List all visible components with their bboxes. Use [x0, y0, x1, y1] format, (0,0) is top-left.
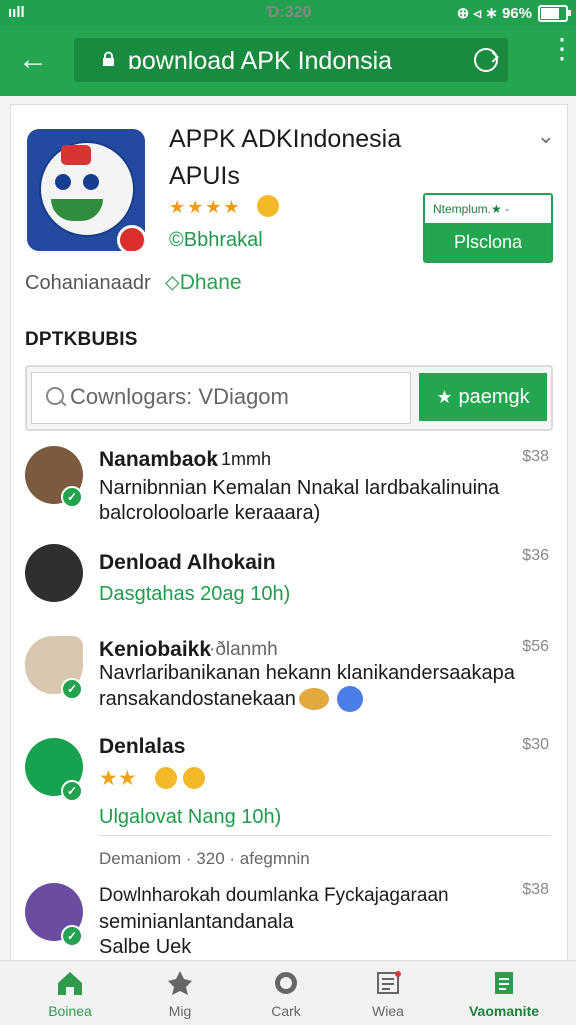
address-bar[interactable]: ɒownload APK Indonsia [74, 38, 508, 82]
lock-icon [103, 51, 114, 66]
status-bar: ııll Ɗ:320 ⊕ ◃ ∗ 96% [0, 0, 576, 26]
emoji-icon [337, 686, 363, 712]
back-arrow-icon[interactable]: ← [18, 44, 50, 76]
divider [99, 835, 551, 836]
item-title: Denload Alhokain [99, 551, 276, 574]
avatar [25, 544, 83, 602]
item-text-line1: Navrlaribanikanan hekann klanikandersaak… [99, 662, 515, 684]
search-placeholder: Cownlogars: VDiagom [70, 384, 289, 409]
verified-badge-icon: ✓ [61, 678, 83, 700]
chevron-down-icon[interactable]: ⌄ [537, 123, 555, 149]
install-box: Ntemplum.★ - Plsclona [423, 193, 553, 263]
app-title-line2: APUIs [169, 162, 240, 190]
app-badge-icon [117, 225, 145, 251]
verified-badge-icon: ✓ [61, 486, 83, 508]
emoji-icon [299, 688, 329, 710]
item-title: Nanambaok [99, 448, 219, 471]
nav-wiea[interactable]: Wiea [338, 969, 438, 1019]
bottom-navigation: Boinea Mig Cark Wiea Vaomanite [0, 960, 576, 1025]
pin-icon [168, 971, 192, 995]
nav-cark[interactable]: Cark [236, 969, 336, 1019]
install-box-label: Ntemplum.★ - [433, 202, 510, 216]
developer-link[interactable]: ©Bbhrakal [169, 229, 263, 252]
list-item[interactable]: ✓ Denlalas $30 ★★ Ulgalovat Nang 10h) [11, 732, 567, 830]
emoji-icon [155, 767, 177, 789]
item-time: $30 [522, 736, 549, 753]
item-meta: ·ðlanmh [209, 639, 278, 660]
more-menu-icon[interactable]: ⋮ [548, 35, 576, 76]
nav-label-vaomanite: Vaomanite [468, 1003, 540, 1019]
nav-mig[interactable]: Mig [130, 969, 230, 1019]
search-input[interactable]: Cownlogars: VDiagom [31, 372, 411, 424]
section-title: DPTKBUBIS [25, 329, 138, 350]
list-item[interactable]: ✓ Keniobaikk ·ðlanmh $56 Navrlaribanikan… [11, 630, 567, 730]
star-icon: ★ [436, 387, 453, 407]
battery-icon [538, 4, 571, 22]
install-button[interactable]: Plsclona [425, 223, 551, 261]
item-title: Denlalas [99, 735, 186, 758]
status-right: ⊕ ◃ ∗ 96% [456, 4, 571, 22]
status-icons: ⊕ ◃ ∗ 96% [456, 5, 532, 22]
search-icon [46, 387, 64, 405]
item-title: Keniobaikk [99, 638, 212, 661]
item-time: $36 [522, 547, 549, 564]
list-item[interactable]: ✓ Dowlnharokah doumlanka Fyckajagaraan $… [11, 875, 567, 963]
emoji-icon [183, 767, 205, 789]
page-url: ɒownload APK Indonsia [128, 47, 393, 75]
signal-indicator: ııll [8, 4, 25, 21]
list-item[interactable]: Denload Alhokain $36 Dasgtahas 20ag 10h) [11, 541, 567, 627]
app-icon-cap [61, 145, 91, 165]
reload-icon[interactable] [474, 48, 498, 72]
item-text-line2: Ulgalovat Nang 10h) [99, 806, 282, 828]
rating-stars: ★★★★ [169, 197, 242, 217]
share-link[interactable]: ⬦Dhane [165, 271, 242, 295]
nav-home[interactable]: Boinea [20, 969, 120, 1019]
item-text-line2: Salbe Uek [99, 936, 192, 958]
meta-line: Demaniom · 320 · afegmnin [99, 849, 310, 868]
app-title-line1: APPK ADKIndonesia [169, 125, 402, 153]
page-content: APPK ADKIndonesia APUIs ★★★★ ©Bbhrakal ⌄… [10, 104, 568, 964]
app-icon-right-eye [83, 174, 99, 190]
item-text-line2: ransakandostanekaan [99, 688, 296, 710]
item-meta: : 1mmh [211, 449, 272, 469]
app-icon-left-eye [55, 174, 71, 190]
verified-badge-icon: ✓ [61, 925, 83, 947]
item-title: Dowlnharokah doumlanka Fyckajagaraan [99, 885, 449, 906]
item-time: $38 [522, 881, 549, 898]
item-text-line1: seminianlantandanala [99, 911, 294, 933]
nav-label-wiea: Wiea [372, 1003, 404, 1019]
verified-badge-icon: ✓ [61, 780, 83, 802]
search-button[interactable]: ★ paemgk [419, 373, 547, 421]
search-bar: Cownlogars: VDiagom ★ paemgk [25, 365, 553, 431]
document-icon [495, 972, 513, 994]
item-time: $56 [522, 638, 549, 655]
nav-vaomanite[interactable]: Vaomanite [454, 969, 554, 1019]
home-icon [58, 972, 82, 995]
app-icon [27, 129, 145, 251]
subtitle-left: Cohanianaadr [25, 272, 151, 294]
item-time: $38 [522, 448, 549, 465]
emoji-icon [257, 195, 279, 217]
list-icon [377, 971, 401, 994]
nav-label-cark: Cark [271, 1003, 301, 1019]
item-text-line1: Dasgtahas 20ag 10h) [99, 583, 291, 605]
search-button-label: paemgk [458, 386, 530, 408]
item-text-line1: Narnibnnian Kemalan Nnakal lardbakalinui… [99, 477, 500, 499]
item-text-line2: balcrolooloarle keraaara) [99, 502, 321, 524]
rating-stars: ★★ [99, 767, 137, 790]
nav-label-mig: Mig [168, 1003, 192, 1019]
browser-toolbar: ← ɒownload APK Indonsia ⋮ [0, 26, 576, 96]
nav-label-home: Boinea [48, 1003, 92, 1019]
list-item[interactable]: ✓ Nanambaok : 1mmh $38 Narnibnnian Kemal… [11, 440, 567, 538]
circle-icon [275, 972, 297, 994]
